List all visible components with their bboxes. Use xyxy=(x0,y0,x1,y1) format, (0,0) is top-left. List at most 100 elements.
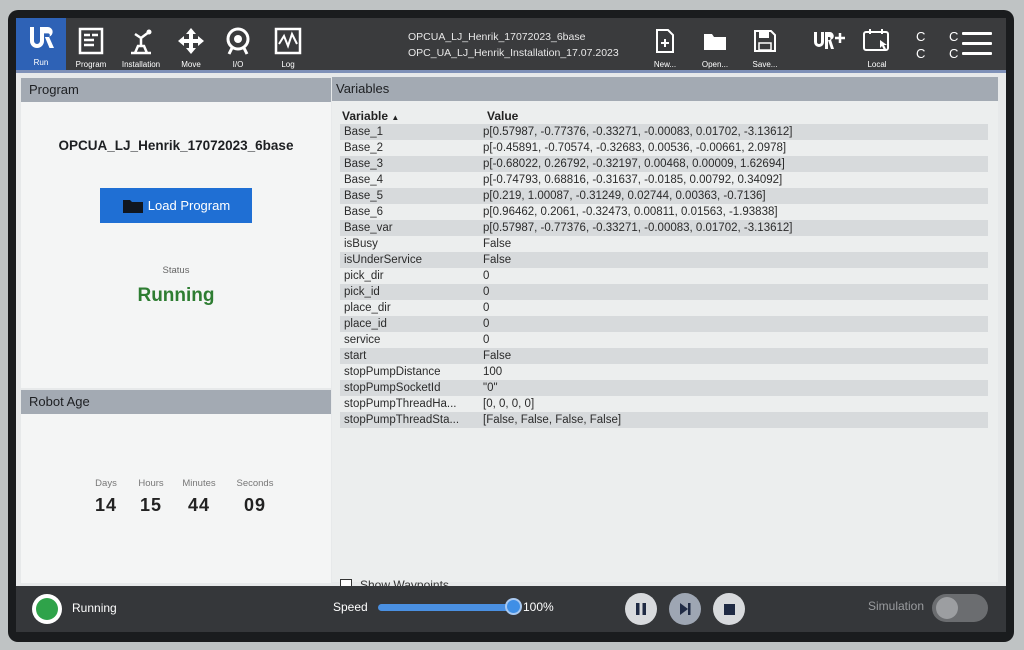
age-hours: Hours 15 xyxy=(132,478,170,516)
robot-status-indicator[interactable] xyxy=(32,594,62,624)
variable-row[interactable]: stopPumpDistance 100 xyxy=(340,364,988,380)
local-label: Local xyxy=(867,60,887,69)
age-seconds-label: Seconds xyxy=(236,478,274,489)
speed-slider-knob[interactable] xyxy=(505,598,522,615)
variable-value: [False, False, False, False] xyxy=(483,414,622,426)
pause-button[interactable] xyxy=(625,593,657,625)
stop-button[interactable] xyxy=(713,593,745,625)
variable-row[interactable]: Base_5 p[0.219, 1.00087, -0.31249, 0.0274… xyxy=(340,188,988,204)
folder-icon xyxy=(122,198,144,214)
variable-row[interactable]: Base_6 p[0.96462, 0.2061, -0.32473, 0.008… xyxy=(340,204,988,220)
speed-value: 100% xyxy=(523,600,554,614)
nav-installation-label: Installation xyxy=(121,60,161,69)
new-button-label: New... xyxy=(653,60,677,69)
step-button[interactable] xyxy=(669,593,701,625)
variable-name: stopPumpDistance xyxy=(344,366,441,378)
robot-age-panel: Days 14 Hours 15 Minutes 44 Seconds 09 xyxy=(21,414,331,583)
variable-row[interactable]: pick_dir 0 xyxy=(340,268,988,284)
nav-program[interactable]: Program xyxy=(66,20,116,70)
open-button[interactable]: Open... xyxy=(692,20,738,70)
variable-name: place_id xyxy=(344,318,387,330)
variable-value: p[0.57987, -0.77376, -0.33271, -0.00083,… xyxy=(483,126,793,138)
nav-run[interactable]: Run xyxy=(16,18,66,72)
variable-value: p[-0.45891, -0.70574, -0.32683, 0.00536,… xyxy=(483,142,787,154)
variables-table[interactable]: Variable ▲ Value Base_1 p[0.57987, -0.773… xyxy=(340,109,988,428)
header-bar: Run Program Installation Move I/O Log OP… xyxy=(16,18,1006,73)
col-variable-label: Variable xyxy=(342,109,389,123)
variable-value: p[0.219, 1.00087, -0.31249, 0.02744, 0.0… xyxy=(483,190,766,202)
load-program-button[interactable]: Load Program xyxy=(100,188,252,223)
variable-name: start xyxy=(344,350,367,362)
nav-log-label: Log xyxy=(281,60,295,69)
cc-bottom-indicator: C C xyxy=(916,46,969,61)
variable-row[interactable]: start False xyxy=(340,348,988,364)
nav-io-label: I/O xyxy=(232,60,244,69)
variable-row[interactable]: Base_1 p[0.57987, -0.77376, -0.33271, -0.… xyxy=(340,124,988,140)
age-minutes-value: 44 xyxy=(187,495,211,515)
move-icon xyxy=(174,24,208,58)
age-days-value: 14 xyxy=(94,495,118,515)
nav-io[interactable]: I/O xyxy=(213,20,263,70)
simulation-toggle[interactable] xyxy=(932,594,988,622)
age-hours-label: Hours xyxy=(138,478,164,489)
variable-row[interactable]: service 0 xyxy=(340,332,988,348)
age-seconds-value: 09 xyxy=(243,495,267,515)
variable-name: Base_1 xyxy=(344,126,384,138)
program-panel-title: Program xyxy=(21,78,331,102)
variable-name: Base_2 xyxy=(344,142,384,154)
age-minutes: Minutes 44 xyxy=(173,478,225,516)
variable-row[interactable]: Base_4 p[-0.74793, 0.68816, -0.31637, -0.… xyxy=(340,172,988,188)
variable-value: p[0.96462, 0.2061, -0.32473, 0.00811, 0.… xyxy=(483,206,778,218)
variable-row[interactable]: stopPumpSocketId "0" xyxy=(340,380,988,396)
urplus-button[interactable] xyxy=(806,20,852,70)
program-icon xyxy=(74,24,108,58)
age-minutes-label: Minutes xyxy=(182,478,216,489)
variable-row[interactable]: stopPumpThreadSta... [False, False, False… xyxy=(340,412,988,428)
program-name: OPCUA_LJ_Henrik_17072023_6base xyxy=(58,138,294,153)
variable-name: Base_5 xyxy=(344,190,384,202)
hamburger-menu-icon[interactable] xyxy=(962,32,992,56)
variable-row[interactable]: place_id 0 xyxy=(340,316,988,332)
status-value: Running xyxy=(137,285,215,306)
variable-row[interactable]: isBusy False xyxy=(340,236,988,252)
variable-name: service xyxy=(344,334,381,346)
variable-value: 0 xyxy=(483,302,490,314)
program-file-name: OPCUA_LJ_Henrik_17072023_6base xyxy=(408,31,586,43)
urplus-icon xyxy=(812,24,846,58)
robot-status-text: Running xyxy=(72,601,117,615)
variable-name: pick_id xyxy=(344,286,380,298)
teach-pendant-screen: Run Program Installation Move I/O Log OP… xyxy=(16,18,1006,632)
speed-slider-track[interactable] xyxy=(378,604,514,611)
variable-value: p[0.57987, -0.77376, -0.33271, -0.00083,… xyxy=(483,222,793,234)
nav-installation[interactable]: Installation xyxy=(116,20,166,70)
variables-table-header: Variable ▲ Value xyxy=(340,109,988,124)
variable-name: Base_4 xyxy=(344,174,384,186)
simulation-label: Simulation xyxy=(868,599,925,613)
age-seconds: Seconds 09 xyxy=(228,478,282,516)
nav-move[interactable]: Move xyxy=(166,20,216,70)
variable-value: 0 xyxy=(483,318,490,330)
variable-row[interactable]: place_dir 0 xyxy=(340,300,988,316)
variable-row[interactable]: Base_3 p[-0.68022, 0.26792, -0.32197, 0.0… xyxy=(340,156,988,172)
col-variable-header[interactable]: Variable ▲ xyxy=(340,109,479,124)
variable-row[interactable]: isUnderService False xyxy=(340,252,988,268)
nav-log[interactable]: Log xyxy=(263,20,313,70)
step-icon xyxy=(680,603,691,615)
status-label: Status xyxy=(162,265,190,276)
variable-value: False xyxy=(483,238,512,250)
nav-run-label: Run xyxy=(33,58,49,67)
robot-age-title: Robot Age xyxy=(21,390,331,414)
save-button[interactable]: Save... xyxy=(742,20,788,70)
variable-name: pick_dir xyxy=(344,270,384,282)
header-accent-line xyxy=(16,70,1006,73)
ur-logo-icon xyxy=(24,22,58,56)
variables-rows: Base_1 p[0.57987, -0.77376, -0.33271, -0.… xyxy=(340,124,988,428)
new-button[interactable]: New... xyxy=(642,20,688,70)
variable-row[interactable]: pick_id 0 xyxy=(340,284,988,300)
save-icon xyxy=(748,24,782,58)
save-button-label: Save... xyxy=(752,60,778,69)
variable-row[interactable]: stopPumpThreadHa... [0, 0, 0, 0] xyxy=(340,396,988,412)
local-control-button[interactable]: Local xyxy=(854,20,900,70)
variable-row[interactable]: Base_2 p[-0.45891, -0.70574, -0.32683, 0.… xyxy=(340,140,988,156)
variable-row[interactable]: Base_var p[0.57987, -0.77376, -0.33271, -… xyxy=(340,220,988,236)
